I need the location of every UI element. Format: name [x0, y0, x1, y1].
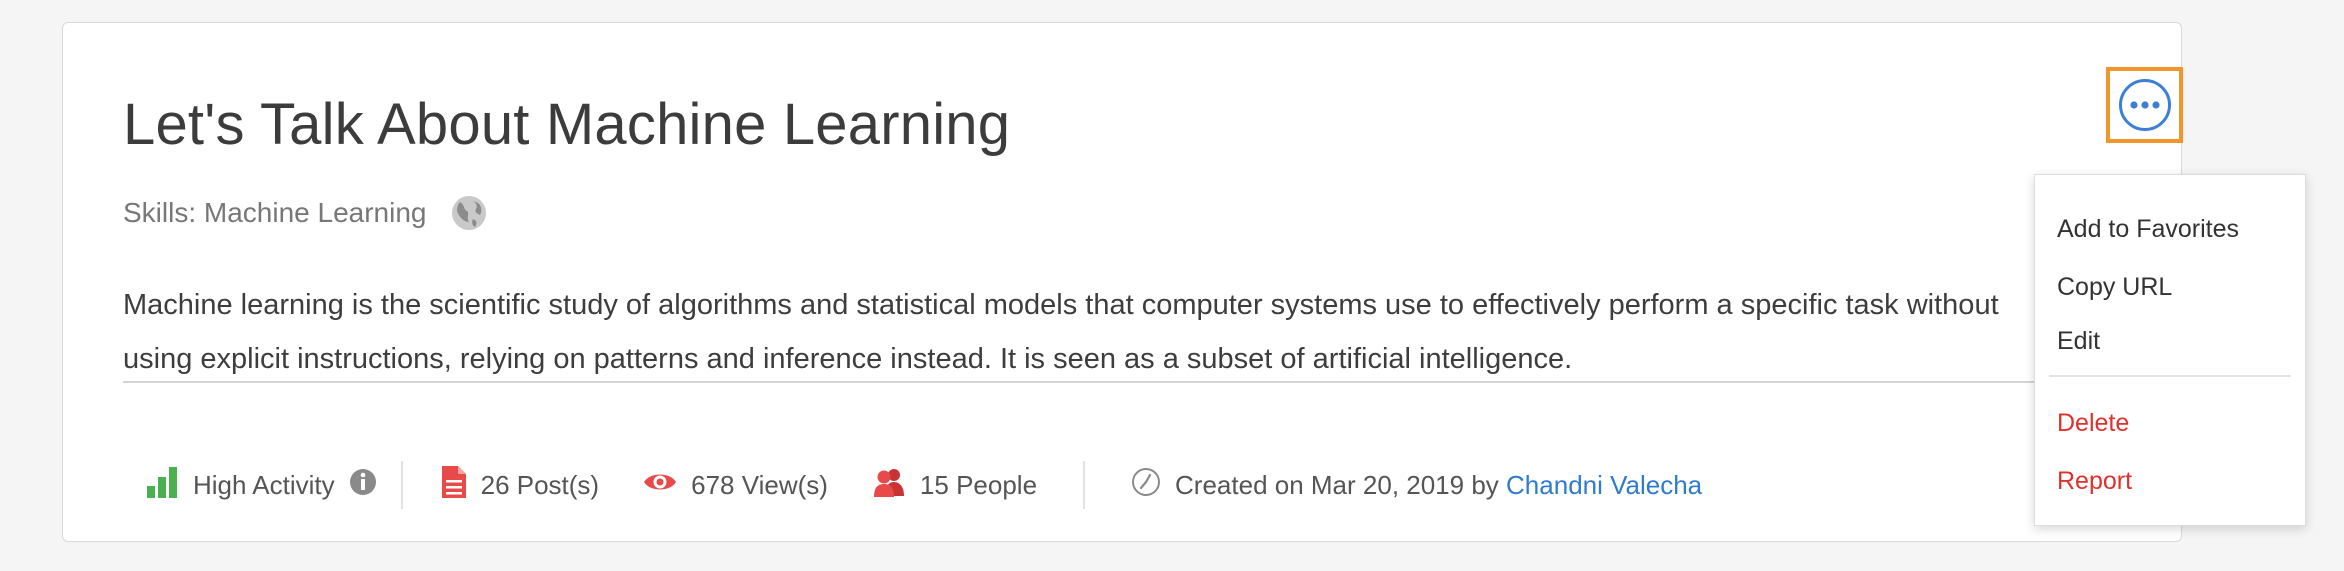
- menu-item-add-to-favorites[interactable]: Add to Favorites: [2057, 215, 2239, 244]
- stats-bar: High Activity 26 Post(s) 678 View(s) 15 …: [145, 459, 1702, 511]
- posts-stat: 26 Post(s): [441, 465, 600, 506]
- posts-count: 26 Post(s): [480, 469, 600, 500]
- views-count: 678 View(s): [691, 469, 828, 500]
- created-stat: Created on Mar 20, 2019 by Chandni Valec…: [1131, 467, 1702, 504]
- people-count: 15 People: [919, 469, 1038, 500]
- activity-label: High Activity: [193, 469, 335, 500]
- author-link[interactable]: Chandni Valecha: [1506, 470, 1702, 500]
- skills-label: Skills: Machine Learning: [123, 197, 427, 228]
- globe-icon: [449, 193, 489, 233]
- clock-icon: [1131, 467, 1161, 504]
- divider: [123, 381, 2078, 383]
- activity-stat: High Activity: [145, 465, 377, 506]
- more-dots-icon: [2129, 101, 2160, 109]
- options-menu: Add to Favorites Copy URL Edit Delete Re…: [2034, 174, 2306, 526]
- page-title: Let's Talk About Machine Learning: [123, 92, 1011, 157]
- more-options-button[interactable]: [2118, 79, 2171, 131]
- discussion-card: Let's Talk About Machine Learning Skills…: [62, 22, 2182, 542]
- stat-separator: [400, 461, 403, 509]
- menu-item-report[interactable]: Report: [2057, 467, 2132, 496]
- info-icon[interactable]: [349, 468, 377, 503]
- people-icon: [872, 467, 906, 504]
- skills-row: Skills: Machine Learning: [123, 193, 489, 233]
- menu-item-delete[interactable]: Delete: [2057, 409, 2129, 438]
- created-prefix: Created on Mar 20, 2019 by: [1175, 469, 1499, 500]
- views-stat: 678 View(s): [643, 470, 828, 501]
- more-options-highlight: [2106, 67, 2183, 143]
- people-stat: 15 People: [872, 467, 1037, 504]
- document-icon: [441, 465, 467, 506]
- menu-item-copy-url[interactable]: Copy URL: [2057, 273, 2172, 302]
- eye-icon: [643, 470, 677, 501]
- description-line-2: using explicit instructions, relying on …: [123, 343, 1573, 375]
- menu-divider: [2049, 375, 2291, 377]
- bar-chart-icon: [145, 465, 179, 506]
- stat-separator: [1083, 461, 1086, 509]
- description-line-1: Machine learning is the scientific study…: [123, 289, 1999, 321]
- created-text: Created on Mar 20, 2019 by Chandni Valec…: [1175, 470, 1702, 501]
- description: Machine learning is the scientific study…: [123, 278, 2173, 386]
- menu-item-edit[interactable]: Edit: [2057, 327, 2100, 356]
